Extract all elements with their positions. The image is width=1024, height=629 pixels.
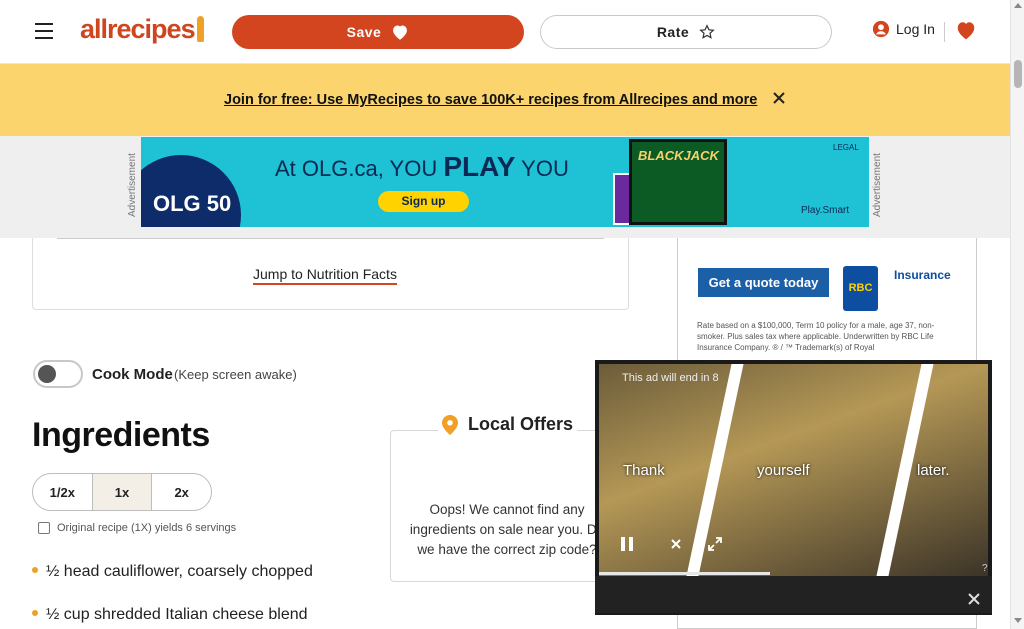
scroll-down-icon[interactable] — [1014, 618, 1022, 623]
video-word-1: Thank — [623, 462, 665, 479]
local-offers-title: Local Offers — [468, 414, 574, 434]
top-ad-banner[interactable]: OLG 50 At OLG.ca, YOU PLAY YOU Sign up B… — [141, 137, 869, 227]
bullet-icon — [32, 610, 38, 616]
spoon-icon — [196, 16, 204, 42]
rbc-product: Insurance — [894, 268, 951, 282]
video-help-icon[interactable]: ? — [982, 563, 988, 574]
card-divider — [57, 238, 604, 239]
rate-button-label: Rate — [656, 24, 690, 40]
jump-to-nutrition-link[interactable]: Jump to Nutrition Facts — [253, 266, 397, 285]
info-icon[interactable] — [38, 522, 50, 534]
ad-headline-post: YOU — [515, 156, 569, 181]
ad-legal: LEGAL — [833, 143, 859, 152]
mute-icon — [671, 539, 681, 549]
location-pin-icon — [442, 414, 458, 435]
allrecipes-logo[interactable]: allrecipes — [80, 14, 204, 45]
save-button[interactable]: Save — [232, 15, 524, 49]
promo-banner: Join for free: Use MyRecipes to save 100… — [0, 64, 1010, 136]
blackjack-title: BLACKJACK — [638, 148, 719, 163]
save-button-label: Save — [346, 24, 382, 40]
close-icon[interactable] — [771, 90, 787, 106]
close-icon[interactable] — [965, 590, 983, 608]
rate-button[interactable]: Rate — [540, 15, 832, 49]
promo-join-link[interactable]: Join for free: Use MyRecipes to save 100… — [224, 92, 757, 108]
scroll-up-icon[interactable] — [1014, 3, 1022, 8]
scale-half-button[interactable]: 1/2x — [33, 474, 93, 510]
login-link[interactable]: Log In — [872, 20, 935, 38]
ad-brand: Play.Smart — [801, 205, 850, 216]
local-offers-message: Oops! We cannot find any ingredients on … — [409, 502, 605, 557]
site-header: allrecipes Save Rate Log In — [0, 0, 1010, 64]
cook-mode-toggle[interactable] — [33, 360, 83, 388]
saved-heart-icon — [957, 22, 975, 40]
olg-logo-text: OLG 50 — [153, 191, 232, 216]
menu-icon[interactable] — [31, 18, 57, 44]
login-label: Log In — [896, 21, 935, 37]
servings-scale: 1/2x 1x 2x — [32, 473, 212, 511]
scale-2x-button[interactable]: 2x — [152, 474, 211, 510]
video-countdown: This ad will end in 8 — [622, 372, 719, 384]
scroll-thumb[interactable] — [1014, 60, 1022, 88]
heart-icon — [393, 25, 408, 40]
logo-text: allrecipes — [80, 14, 196, 44]
fullscreen-icon — [708, 537, 722, 551]
video-frame: Thank yourself later. — [599, 364, 988, 576]
ad-label-right: Advertisement — [872, 153, 883, 217]
ingredient-text: ½ head cauliflower, coarsely chopped — [46, 563, 313, 580]
rbc-logo: RBC — [843, 266, 878, 311]
ad-signup-button[interactable]: Sign up — [378, 191, 469, 212]
video-word-3: later. — [917, 462, 950, 479]
ad-headline-bold: PLAY — [443, 151, 516, 182]
saved-recipes-button[interactable] — [955, 20, 977, 47]
pause-button[interactable] — [616, 533, 638, 555]
ingredients-heading: Ingredients — [32, 416, 210, 454]
ingredient-text: ½ cup shredded Italian cheese blend — [46, 606, 308, 623]
user-icon — [872, 20, 890, 38]
ingredient-item[interactable]: ½ cup shredded Italian cheese blend — [32, 606, 308, 624]
toggle-knob — [38, 365, 56, 383]
cook-mode-subtext: (Keep screen awake) — [174, 367, 297, 382]
page: allrecipes Save Rate Log In Join for fre… — [0, 0, 1024, 629]
ad-blackjack-image: BLACKJACK — [629, 139, 727, 225]
cook-mode-label: Cook Mode — [92, 366, 173, 383]
ad-label-left: Advertisement — [127, 153, 138, 217]
video-progress — [599, 572, 770, 575]
rbc-fine-print: Rate based on a $100,000, Term 10 policy… — [697, 321, 935, 352]
local-offers-header: Local Offers — [438, 414, 578, 435]
mute-button[interactable] — [665, 533, 687, 555]
fullscreen-button[interactable] — [704, 533, 726, 555]
yield-text: Original recipe (1X) yields 6 servings — [57, 522, 237, 534]
header-divider — [944, 22, 945, 42]
video-word-2: yourself — [757, 462, 810, 479]
video-footer — [595, 576, 992, 613]
star-icon — [699, 24, 715, 39]
bullet-icon — [32, 567, 38, 573]
ad-headline: At OLG.ca, YOU PLAY YOU — [275, 151, 569, 183]
rbc-quote-button[interactable]: Get a quote today — [698, 268, 829, 297]
ingredient-item[interactable]: ½ head cauliflower, coarsely chopped — [32, 563, 313, 581]
scale-1x-button[interactable]: 1x — [92, 474, 153, 510]
pause-icon — [621, 537, 633, 551]
scrollbar[interactable] — [1010, 0, 1024, 629]
ad-headline-pre: At OLG.ca, YOU — [275, 156, 444, 181]
